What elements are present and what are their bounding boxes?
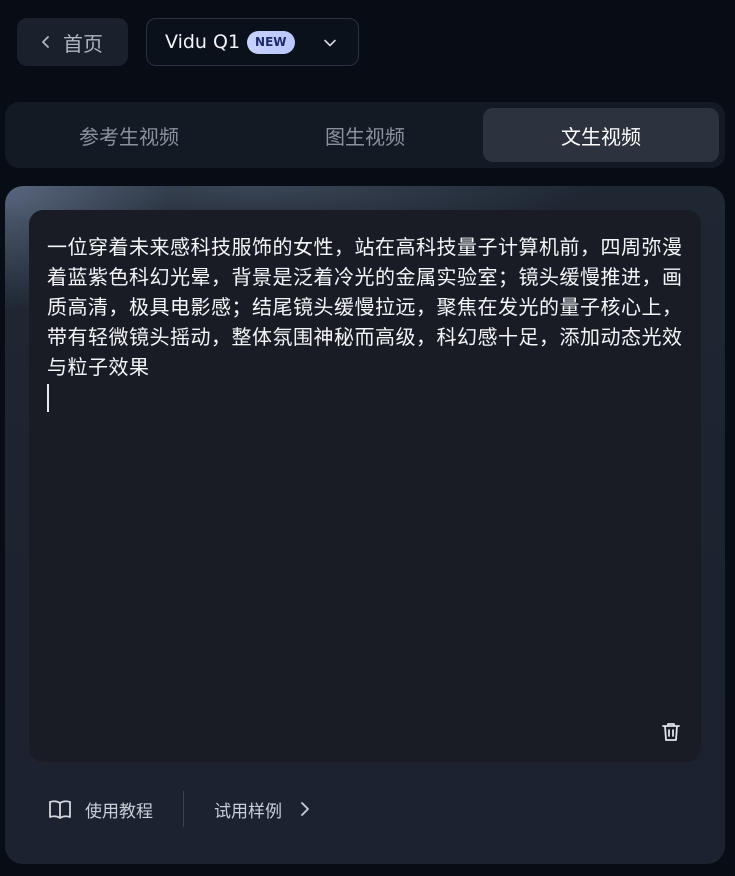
footer-divider (183, 791, 184, 827)
book-icon (49, 800, 71, 819)
prompt-text: 一位穿着未来感科技服饰的女性，站在高科技量子计算机前，四周弥漫着蓝紫色科幻光晕，… (47, 235, 683, 379)
prompt-panel: 一位穿着未来感科技服饰的女性，站在高科技量子计算机前，四周弥漫着蓝紫色科幻光晕，… (5, 186, 725, 864)
trash-icon[interactable] (659, 720, 683, 744)
model-name: Vidu Q1 (165, 31, 241, 53)
text-caret (47, 384, 49, 412)
mode-tabs: 参考生视频 图生视频 文生视频 (5, 102, 725, 168)
tutorial-link[interactable]: 使用教程 (29, 796, 153, 822)
new-badge: NEW (247, 30, 295, 54)
prompt-footer: 使用教程 试用样例 (29, 789, 701, 829)
chevron-down-icon (324, 39, 336, 47)
prompt-textarea[interactable]: 一位穿着未来感科技服饰的女性，站在高科技量子计算机前，四周弥漫着蓝紫色科幻光晕，… (29, 210, 701, 762)
model-selector[interactable]: Vidu Q1 NEW (146, 18, 359, 66)
examples-label: 试用样例 (214, 801, 282, 822)
chevron-left-icon (42, 36, 49, 48)
top-bar: 首页 Vidu Q1 NEW (0, 0, 735, 90)
home-button[interactable]: 首页 (17, 18, 128, 66)
chevron-right-icon (301, 802, 309, 816)
home-label: 首页 (63, 31, 103, 56)
tab-text-to-video[interactable]: 文生视频 (483, 108, 719, 162)
tab-reference-to-video[interactable]: 参考生视频 (11, 108, 247, 162)
tab-image-to-video[interactable]: 图生视频 (247, 108, 483, 162)
try-examples-link[interactable]: 试用样例 (214, 797, 312, 822)
tutorial-label: 使用教程 (85, 801, 153, 822)
